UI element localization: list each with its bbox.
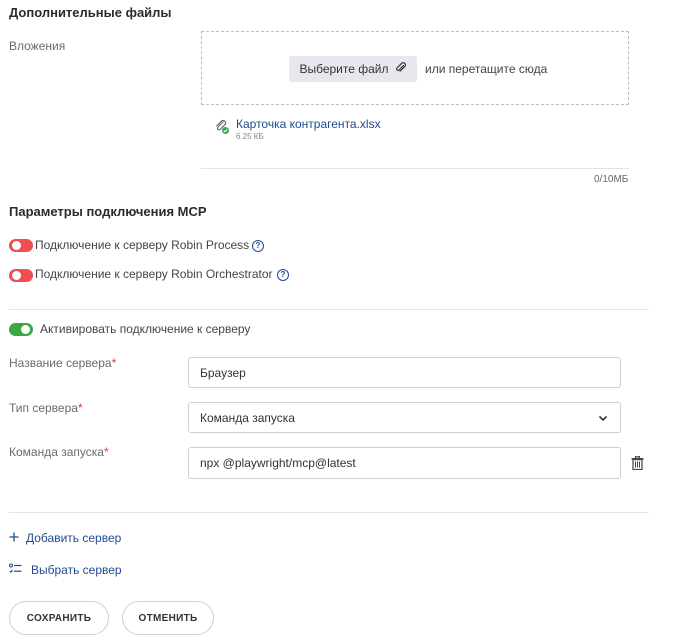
- save-button[interactable]: СОХРАНИТЬ: [9, 601, 109, 635]
- required-mark: *: [103, 445, 109, 459]
- server-name-label-text: Название сервера: [9, 356, 112, 370]
- choose-file-button[interactable]: Выберите файл: [289, 56, 417, 82]
- attachments-title: Дополнительные файлы: [9, 5, 172, 20]
- server-name-input[interactable]: Браузер: [188, 357, 621, 388]
- help-icon[interactable]: ?: [252, 240, 264, 252]
- server-type-value: Команда запуска: [200, 410, 295, 425]
- server-type-label: Тип сервера*: [9, 401, 83, 415]
- command-label-text: Команда запуска: [9, 445, 104, 459]
- attachments-divider: [201, 168, 629, 169]
- command-input[interactable]: npx @playwright/mcp@latest: [188, 447, 621, 479]
- chevron-down-icon: [598, 411, 608, 425]
- choose-file-label: Выберите файл: [299, 62, 389, 76]
- attached-file-size: 6.25 КБ: [236, 132, 264, 141]
- attached-file-icon: [214, 119, 230, 140]
- server-type-label-text: Тип сервера: [9, 401, 78, 415]
- cancel-button[interactable]: ОТМЕНИТЬ: [122, 601, 214, 635]
- select-server-label: Выбрать сервер: [31, 563, 122, 577]
- required-mark: *: [111, 356, 117, 370]
- activate-server-label: Активировать подключение к серверу: [40, 322, 251, 336]
- add-server-link[interactable]: Добавить сервер: [9, 529, 121, 547]
- mcp-divider-top: [9, 309, 649, 310]
- add-server-label: Добавить сервер: [26, 531, 122, 545]
- command-value: npx @playwright/mcp@latest: [200, 456, 356, 470]
- mcp-title: Параметры подключения MCP: [9, 204, 207, 219]
- robin-process-label: Подключение к серверу Robin Process: [35, 238, 250, 252]
- drop-hint: или перетащите сюда: [425, 62, 548, 76]
- server-name-label: Название сервера*: [9, 356, 116, 370]
- robin-orchestrator-toggle[interactable]: [9, 269, 33, 282]
- robin-process-toggle[interactable]: [9, 239, 33, 252]
- help-icon[interactable]: ?: [277, 269, 289, 281]
- server-type-select[interactable]: Команда запуска: [188, 402, 621, 433]
- activate-server-toggle[interactable]: [9, 323, 33, 336]
- attachments-label: Вложения: [9, 39, 66, 53]
- server-name-value: Браузер: [200, 365, 246, 380]
- size-counter: 0/10МБ: [594, 174, 629, 185]
- trash-icon[interactable]: [631, 455, 644, 475]
- required-mark: *: [77, 401, 83, 415]
- plus-icon: [9, 529, 19, 547]
- mcp-divider-bottom: [9, 512, 649, 513]
- attached-file-name[interactable]: Карточка контрагента.xlsx: [236, 117, 381, 131]
- paperclip-icon: [395, 61, 407, 77]
- robin-orchestrator-label: Подключение к серверу Robin Orchestrator: [35, 267, 273, 281]
- command-label: Команда запуска*: [9, 445, 109, 459]
- list-select-icon: [9, 561, 22, 579]
- select-server-link[interactable]: Выбрать сервер: [9, 561, 122, 579]
